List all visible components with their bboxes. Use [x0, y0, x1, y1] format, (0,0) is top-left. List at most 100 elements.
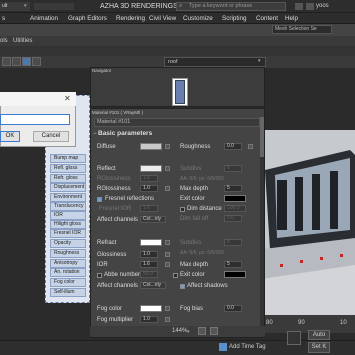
subdivs-spinner[interactable]: 8: [224, 165, 242, 172]
exit-color-swatch[interactable]: [224, 195, 246, 202]
refract-affect-channels-dropdown[interactable]: Col...nly: [140, 282, 166, 289]
map-slot[interactable]: IOR: [50, 211, 86, 220]
map-slot[interactable]: Refl. gloss: [50, 164, 86, 173]
menu-utilities[interactable]: Utilities: [13, 37, 32, 46]
reflect-map-button[interactable]: [165, 166, 170, 171]
map-slot[interactable]: Displacement: [50, 183, 86, 192]
refract-max-depth-label: Max depth: [180, 262, 209, 268]
glossiness-map-button[interactable]: [165, 252, 170, 257]
rollout-basic-parameters[interactable]: Basic parameters: [98, 130, 152, 137]
map-slot[interactable]: Fresnel IOR: [50, 229, 86, 238]
rglossiness-spinner[interactable]: 1.0: [140, 185, 158, 192]
key-filter-icon[interactable]: [287, 331, 301, 345]
object-name-field[interactable]: roof: [164, 57, 266, 67]
close-icon[interactable]: ✕: [64, 94, 71, 103]
material-node[interactable]: [175, 80, 185, 104]
map-slot[interactable]: Roughness: [50, 249, 86, 258]
dialog-name-input[interactable]: [0, 114, 70, 125]
menu-rendering[interactable]: Rendering: [116, 13, 145, 24]
map-slot[interactable]: Bump map: [50, 154, 86, 163]
roughness-map-button[interactable]: [248, 144, 253, 149]
fog-multiplier-spinner[interactable]: 1.0: [140, 316, 158, 323]
user-icon[interactable]: [306, 3, 314, 10]
map-slot[interactable]: Anisotropy: [50, 259, 86, 268]
dim-falloff-spinner[interactable]: 0.0: [224, 215, 242, 222]
menu-content[interactable]: Content: [256, 13, 278, 24]
auto-key-button[interactable]: Auto: [308, 330, 330, 340]
material-title: Material #101 ( VRayMtl ): [92, 110, 144, 115]
tool-button-active[interactable]: [22, 57, 31, 66]
abbe-checkbox[interactable]: [97, 273, 102, 278]
set-key-button[interactable]: Set K: [308, 342, 330, 353]
selection-set-dropdown[interactable]: Mesh Selection Se: [272, 25, 332, 34]
zoom-extents-icon[interactable]: [210, 327, 218, 335]
fresnel-checkbox[interactable]: [97, 197, 102, 202]
glossiness-label: Glossiness: [97, 252, 127, 258]
menu-animation[interactable]: Animation: [30, 13, 58, 24]
map-slot[interactable]: Self-illum: [50, 288, 86, 297]
affect-channels-dropdown[interactable]: Col...nly: [140, 216, 166, 223]
material-name-field[interactable]: Material #101: [94, 118, 260, 127]
refract-subdivs-spinner[interactable]: 8: [224, 239, 242, 246]
tool-button[interactable]: [2, 57, 11, 66]
rglossiness-map-button[interactable]: [165, 186, 170, 191]
abbe-spinner[interactable]: 50.0: [140, 271, 158, 278]
menu-help[interactable]: Help: [285, 13, 298, 24]
affect-shadows-checkbox[interactable]: [180, 284, 185, 289]
ior-spinner[interactable]: 1.6: [140, 261, 158, 268]
abbe-label: Abbe number: [104, 272, 141, 278]
tool-button[interactable]: [12, 57, 21, 66]
quick-access-toolbar[interactable]: [34, 3, 74, 10]
map-slot[interactable]: Translucency: [50, 202, 86, 211]
rollout-minus-icon[interactable]: −: [93, 131, 97, 137]
timeline-tick: 90: [298, 320, 305, 326]
menu-civil-view[interactable]: Civil View: [149, 13, 176, 24]
refract-aa-info: AA: 6/6; px: 6/6/000: [180, 250, 224, 256]
dim-distance-label: Dim distance: [187, 206, 222, 212]
fog-bias-spinner[interactable]: 0.0: [224, 305, 242, 312]
exit-color-checkbox[interactable]: [173, 273, 178, 278]
add-time-tag[interactable]: Add Time Tag: [229, 344, 266, 350]
menu-graph-editors[interactable]: Graph Editors: [68, 13, 107, 24]
reflect-color-swatch[interactable]: [140, 165, 162, 172]
map-slot[interactable]: Refr. gloss: [50, 174, 86, 183]
menu-scripting[interactable]: Scripting: [222, 13, 247, 24]
dim-distance-checkbox[interactable]: [180, 207, 185, 212]
roughness-spinner[interactable]: 0.0: [224, 143, 242, 150]
diffuse-map-button[interactable]: [165, 144, 170, 149]
refract-exit-color-swatch[interactable]: [224, 271, 246, 278]
dim-distance-spinner[interactable]: 100.0: [224, 205, 246, 212]
help-icon[interactable]: [295, 3, 303, 10]
zoom-level[interactable]: 144%: [172, 328, 187, 334]
fog-color-swatch[interactable]: [140, 305, 162, 312]
fog-multiplier-map-button[interactable]: [165, 317, 170, 322]
ior-map-button[interactable]: [165, 262, 170, 267]
ok-button[interactable]: OK: [0, 131, 20, 142]
rglossiness-disabled-spinner[interactable]: 1.0: [140, 175, 158, 182]
map-slot[interactable]: Environment: [50, 193, 86, 202]
map-slot[interactable]: Opacity: [50, 239, 86, 248]
reflect-label: Reflect: [97, 166, 116, 172]
search-input[interactable]: Type a keyword or phrase: [176, 2, 286, 11]
map-slot[interactable]: Fog color: [50, 278, 86, 287]
menu-item[interactable]: s: [2, 13, 5, 24]
refract-max-depth-spinner[interactable]: 5: [224, 261, 242, 268]
refract-color-swatch[interactable]: [140, 239, 162, 246]
fresnel-ior-spinner[interactable]: 1.6: [140, 205, 158, 212]
fog-color-map-button[interactable]: [165, 306, 170, 311]
glossiness-spinner[interactable]: 1.0: [140, 251, 158, 258]
diffuse-color-swatch[interactable]: [140, 143, 162, 150]
pan-icon[interactable]: [198, 327, 206, 335]
refract-exit-color-label: Exit color: [180, 272, 205, 278]
time-tag-icon: [219, 343, 227, 351]
tool-button[interactable]: [32, 57, 41, 66]
cancel-button[interactable]: Cancel: [33, 131, 69, 142]
map-slot[interactable]: Hilight gloss: [50, 220, 86, 229]
map-slot[interactable]: An. rotation: [50, 268, 86, 277]
refract-map-button[interactable]: [165, 240, 170, 245]
menu-customize[interactable]: Customize: [183, 13, 213, 24]
scrollbar-thumb[interactable]: [260, 117, 264, 157]
menu-tools[interactable]: ols: [0, 37, 8, 46]
user-name[interactable]: yoos: [316, 2, 329, 11]
max-depth-spinner[interactable]: 5: [224, 185, 242, 192]
